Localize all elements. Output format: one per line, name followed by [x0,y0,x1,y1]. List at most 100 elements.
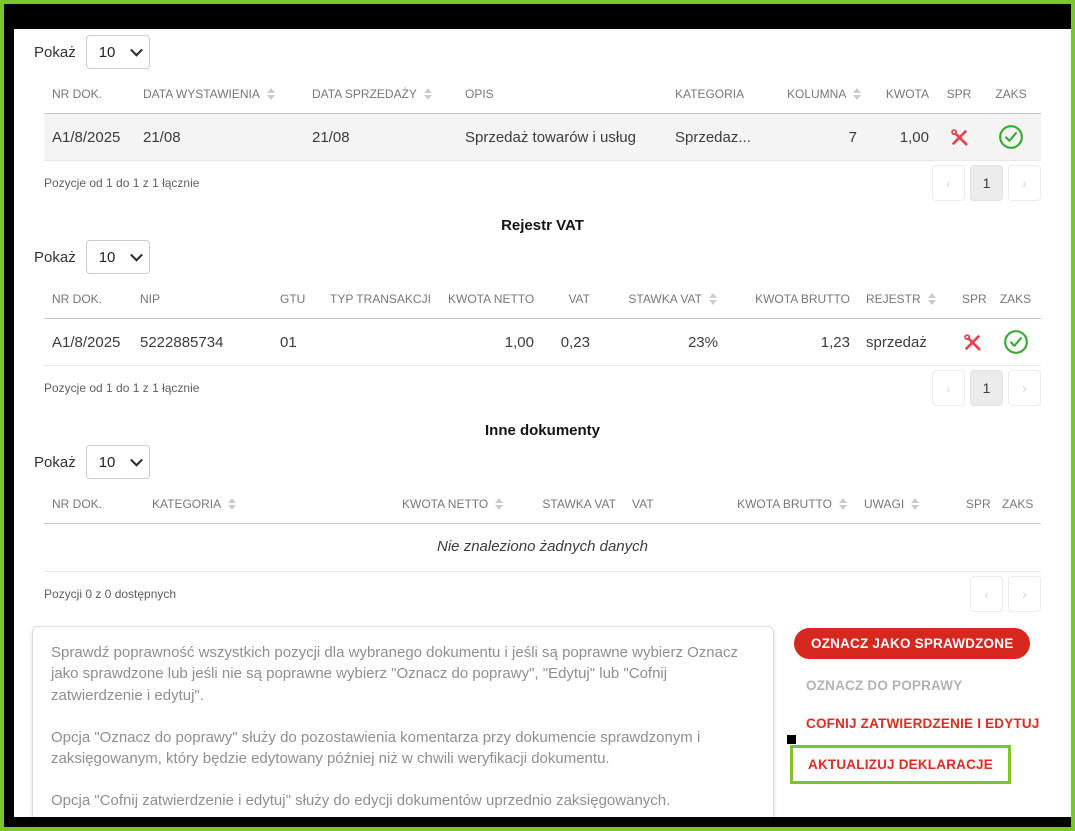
update-declarations-button[interactable]: AKTUALIZUJ DEKLARACJE [790,745,1011,784]
documents-page-size-row: Pokaż 10 [34,35,1053,69]
inne-dokumenty-section: Pokaż 10 NR DOK. KATEGORIA KWOTA NETTO [32,445,1053,612]
col-kwota: KWOTA [865,79,937,114]
cell-kolumna: 7 [779,114,865,161]
rejestr-table-footer: Pozycje od 1 do 1 z 1 łącznie ‹ 1 › [44,370,1041,406]
cell-rejestr: sprzedaż [858,319,954,366]
table-row[interactable]: A1/8/2025 21/08 21/08 Sprzedaż towarów i… [44,114,1041,161]
cell-kategoria: Sprzedaz... [667,114,779,161]
instruction-paragraph: Sprawdź poprawność wszystkich pozycji dl… [51,642,755,706]
col-zaks: ZAKS [981,79,1041,114]
col-kwota-brutto[interactable]: KWOTA BRUTTO [686,489,856,524]
inne-page-size-row: Pokaż 10 [34,445,1053,479]
col-opis: OPIS [457,79,667,114]
cell-stawka-vat: 23% [598,319,726,366]
sort-icon [839,498,848,510]
sort-icon [709,293,718,305]
cell-opis: Sprzedaż towarów i usług [457,114,667,161]
sort-icon [911,498,920,510]
documents-count-text: Pozycje od 1 do 1 z 1 łącznie [44,176,199,190]
col-rejestr[interactable]: REJESTR [858,284,954,319]
sort-icon [267,88,276,100]
col-kolumna[interactable]: KOLUMNA [779,79,865,114]
col-kwota-brutto: KWOTA BRUTTO [726,284,858,319]
empty-message: Nie znaleziono żadnych danych [44,524,1041,572]
col-typ-transakcji: TYP TRANSAKCJI [322,284,440,319]
next-page-button[interactable]: › [1008,576,1041,612]
rejestr-vat-title: Rejestr VAT [32,217,1053,234]
cell-kwota-netto: 1,00 [440,319,542,366]
cell-data-sprzedazy: 21/08 [304,114,457,161]
table-row[interactable]: A1/8/2025 5222885734 01 1,00 0,23 23% 1,… [44,319,1041,366]
prev-page-button[interactable]: ‹ [932,370,965,406]
cell-nip: 5222885734 [132,319,272,366]
page-size-select-wrap: 10 [86,445,150,479]
page-size-label: Pokaż [34,44,76,61]
cell-nr-dok: A1/8/2025 [44,114,135,161]
zaks-status-cell [990,319,1041,366]
col-uwagi[interactable]: UWAGI [856,489,958,524]
instruction-paragraph: Opcja "Cofnij zatwierdzenie i edytuj" sł… [51,790,755,811]
page-size-select-wrap: 10 [86,240,150,274]
instructions-box: Sprawdź poprawność wszystkich pozycji dl… [32,626,774,817]
page-size-label: Pokaż [34,454,76,471]
col-nip: NIP [132,284,272,319]
rejestr-pagination: ‹ 1 › [932,370,1041,406]
col-kategoria[interactable]: KATEGORIA [144,489,394,524]
inne-page-size-select[interactable]: 10 [86,445,150,479]
instruction-paragraph: Opcja "Oznacz do poprawy" służy do pozos… [51,727,755,770]
col-zaks: ZAKS [990,284,1041,319]
zaks-status-cell [981,114,1041,161]
col-spr: SPR [937,79,981,114]
tools-icon [963,333,982,352]
documents-table: NR DOK. DATA WYSTAWIENIA DATA SPRZEDAŻY … [44,79,1041,161]
page-size-select-wrap: 10 [86,35,150,69]
undo-and-edit-button[interactable]: COFNIJ ZATWIERDZENIE I EDYTUJ [806,716,1040,731]
col-nr-dok: NR DOK. [44,489,144,524]
page-1-button[interactable]: 1 [970,165,1003,201]
col-vat: VAT [624,489,686,524]
mark-for-correction-button[interactable]: OZNACZ DO POPRAWY [806,678,962,693]
sort-icon [495,498,504,510]
col-spr: SPR [954,284,990,319]
page-1-button[interactable]: 1 [970,370,1003,406]
prev-page-button[interactable]: ‹ [970,576,1003,612]
documents-page-size-select[interactable]: 10 [86,35,150,69]
sort-icon [853,88,862,100]
sort-icon [228,498,237,510]
empty-row: Nie znaleziono żadnych danych [44,524,1041,572]
sort-icon [424,88,433,100]
cell-typ-transakcji [322,319,440,366]
bottom-area: Sprawdź poprawność wszystkich pozycji dl… [32,626,1053,817]
check-circle-icon [1003,329,1029,355]
col-stawka-vat[interactable]: STAWKA VAT [598,284,726,319]
col-kategoria: KATEGORIA [667,79,779,114]
spr-status-cell [937,114,981,161]
col-kwota-netto: KWOTA NETTO [440,284,542,319]
col-kwota-netto[interactable]: KWOTA NETTO [394,489,506,524]
mark-checked-button[interactable]: OZNACZ JAKO SPRAWDZONE [794,628,1030,659]
sort-icon [928,293,937,305]
window-frame: Pokaż 10 NR DOK. DATA WYSTAWIENIA DATA [0,0,1075,831]
prev-page-button[interactable]: ‹ [932,165,965,201]
cell-data-wystawienia: 21/08 [135,114,304,161]
next-page-button[interactable]: › [1008,370,1041,406]
spr-status-cell [954,319,990,366]
col-gtu: GTU [272,284,322,319]
tools-icon [950,128,969,147]
col-stawka-vat: STAWKA VAT [506,489,624,524]
next-page-button[interactable]: › [1008,165,1041,201]
cell-vat: 0,23 [542,319,598,366]
documents-section: Pokaż 10 NR DOK. DATA WYSTAWIENIA DATA [32,35,1053,201]
col-data-sprzedazy[interactable]: DATA SPRZEDAŻY [304,79,457,114]
col-nr-dok: NR DOK. [44,79,135,114]
actions-column: OZNACZ JAKO SPRAWDZONE OZNACZ DO POPRAWY… [794,626,1040,784]
inne-pagination: ‹ › [970,576,1041,612]
col-data-wystawienia[interactable]: DATA WYSTAWIENIA [135,79,304,114]
content-area: Pokaż 10 NR DOK. DATA WYSTAWIENIA DATA [14,29,1071,817]
documents-table-footer: Pozycje od 1 do 1 z 1 łącznie ‹ 1 › [44,165,1041,201]
rejestr-page-size-select[interactable]: 10 [86,240,150,274]
inne-dokumenty-title: Inne dokumenty [32,422,1053,439]
inne-count-text: Pozycji 0 z 0 dostępnych [44,587,176,601]
update-declarations-wrap: AKTUALIZUJ DEKLARACJE [790,745,1011,784]
col-vat: VAT [542,284,598,319]
